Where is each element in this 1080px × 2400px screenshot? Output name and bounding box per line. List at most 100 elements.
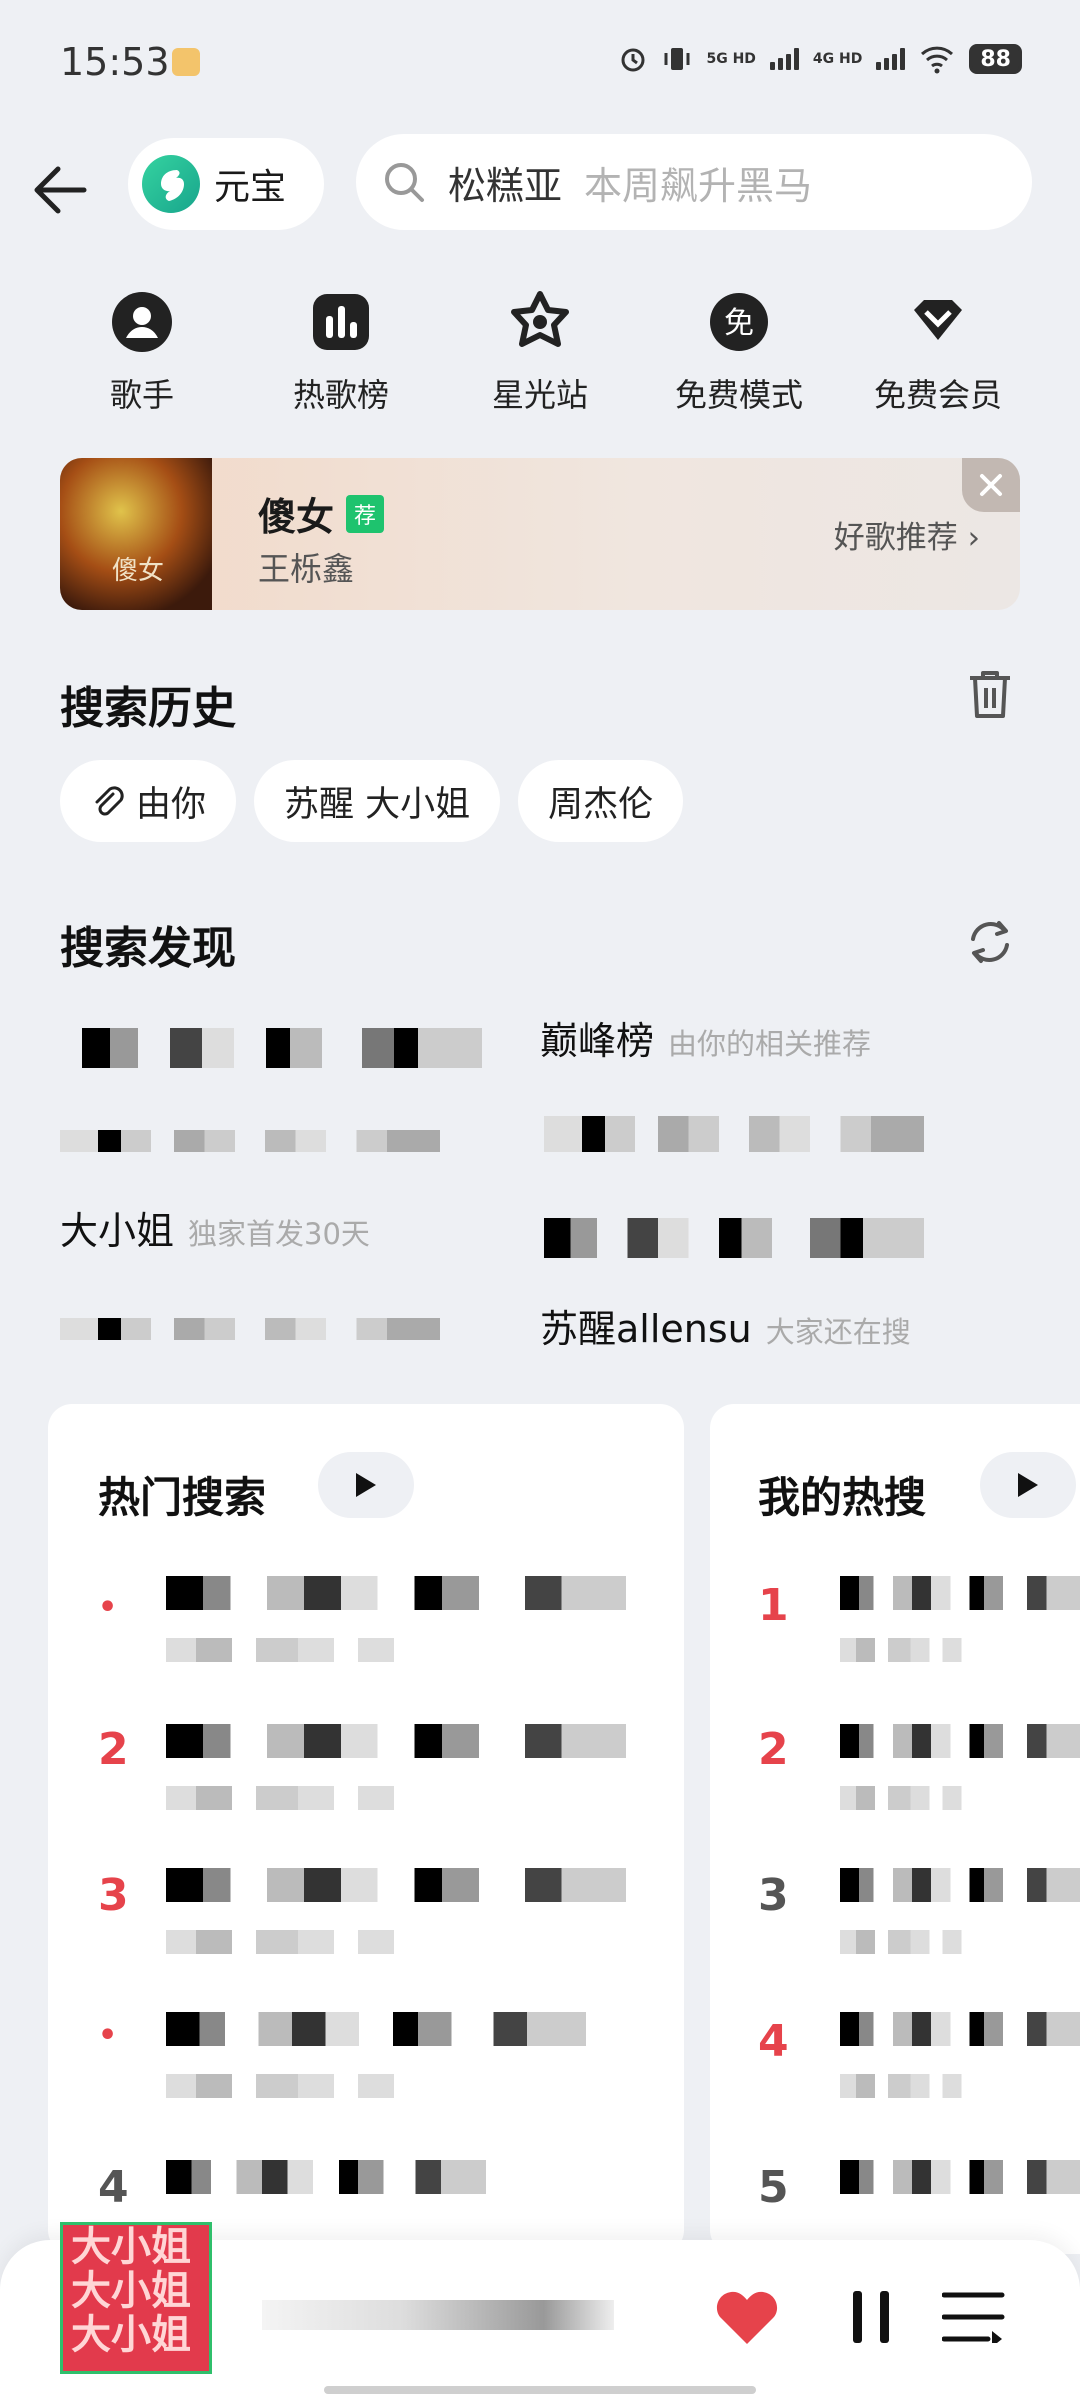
my-hot-title: 我的热搜 xyxy=(758,1473,927,1522)
star-icon xyxy=(508,290,572,354)
yuanbao-button[interactable]: 元宝 xyxy=(128,138,324,230)
discover-item-sub: 独家首发30天 xyxy=(188,1217,370,1251)
category-label: 免费会员 xyxy=(873,376,1002,414)
table-row[interactable] xyxy=(166,2012,586,2046)
back-button[interactable] xyxy=(22,152,98,228)
table-row[interactable] xyxy=(840,1868,1080,1902)
battery-icon: 88 xyxy=(969,44,1022,74)
refresh-discover-button[interactable] xyxy=(960,912,1020,972)
discover-item-label: 大小姐 xyxy=(60,1209,175,1253)
category-label: 免费模式 xyxy=(674,376,803,414)
blurred-item[interactable] xyxy=(60,1130,440,1152)
category-label: 热歌榜 xyxy=(292,376,389,414)
discover-item-sub: 大家还在搜 xyxy=(765,1315,911,1349)
table-row[interactable] xyxy=(166,1868,626,1902)
table-row[interactable] xyxy=(840,2012,1080,2046)
discover-item-label: 苏醒allensu xyxy=(540,1307,752,1351)
history-chip-label: 周杰伦 xyxy=(548,784,654,825)
player-cover-text: 大小姐 xyxy=(71,2223,191,2270)
player-cover-text: 大小姐 xyxy=(71,2311,191,2358)
play-icon xyxy=(1018,1473,1038,1497)
category-free-vip[interactable]: 免费会员 xyxy=(856,290,1020,416)
player-cover-text: 大小姐 xyxy=(71,2267,191,2314)
mini-player[interactable]: 大小姐 大小姐 大小姐 xyxy=(0,2222,1080,2400)
play-hot-search-button[interactable] xyxy=(318,1452,414,1518)
close-banner-button[interactable] xyxy=(962,458,1020,512)
table-row[interactable] xyxy=(840,1576,1080,1610)
signal-5g-label: 5G HD xyxy=(706,51,756,67)
my-hot-search-card: 我的热搜 1 2 3 4 5 xyxy=(710,1404,1080,2254)
category-free-mode[interactable]: 免 免费模式 xyxy=(657,290,821,416)
discover-item[interactable]: 苏醒allensu 大家还在搜 xyxy=(540,1298,911,1353)
rank-marker: • xyxy=(98,2018,118,2053)
trash-icon xyxy=(970,671,1010,718)
album-cover: 傻女 xyxy=(60,458,212,610)
search-query-text: 松糕亚 xyxy=(448,163,563,208)
discover-list: 巅峰榜 由你的相关推荐 大小姐 独家首发30天 苏醒allensu 大家还在搜 xyxy=(60,1000,1020,1380)
hot-search-card: 热门搜索 • 2 3 • 4 xyxy=(48,1404,684,2254)
category-singer[interactable]: 歌手 xyxy=(60,290,224,416)
chevron-right-icon: › xyxy=(967,520,980,556)
song-recommend-banner[interactable]: 傻女 傻女 荐 王栎鑫 好歌推荐 › xyxy=(60,458,1020,610)
playlist-button[interactable] xyxy=(934,2282,1014,2352)
history-chip[interactable]: 周杰伦 xyxy=(518,760,684,842)
album-cover-text: 傻女 xyxy=(112,556,165,586)
rank-number: 5 xyxy=(758,2162,789,2213)
history-chips: 由你 苏醒 大小姐 周杰伦 xyxy=(60,760,684,842)
singer-icon xyxy=(110,290,174,354)
status-bar: 15:53 5G HD 4G HD 88 xyxy=(0,0,1080,130)
history-chip-label: 由你 xyxy=(136,784,207,825)
category-hot-chart[interactable]: 热歌榜 xyxy=(259,290,423,416)
search-input[interactable]: 松糕亚 本周飙升黑马 xyxy=(356,134,1032,230)
pause-button[interactable] xyxy=(836,2282,906,2352)
history-chip[interactable]: 苏醒 大小姐 xyxy=(254,760,501,842)
diamond-icon xyxy=(906,290,970,354)
clear-history-button[interactable] xyxy=(960,664,1020,724)
like-button[interactable] xyxy=(712,2282,782,2352)
discover-item[interactable]: 大小姐 独家首发30天 xyxy=(60,1200,370,1255)
rank-number: 4 xyxy=(758,2016,789,2067)
table-row-sub xyxy=(840,1638,1000,1662)
notification-icon xyxy=(172,48,200,76)
discover-item[interactable]: 巅峰榜 由你的相关推荐 xyxy=(540,1010,871,1065)
player-track-title xyxy=(262,2300,614,2330)
alarm-icon xyxy=(621,48,645,72)
play-my-hot-button[interactable] xyxy=(980,1452,1076,1518)
table-row[interactable] xyxy=(166,1724,626,1758)
signal-bars-icon xyxy=(876,48,906,70)
yuanbao-logo-icon xyxy=(142,155,200,213)
rank-number: 4 xyxy=(98,2162,129,2213)
song-title: 傻女 xyxy=(258,495,335,539)
rank-number: 1 xyxy=(758,1580,789,1631)
table-row[interactable] xyxy=(166,2160,486,2194)
table-row[interactable] xyxy=(840,2160,1080,2194)
blurred-item[interactable] xyxy=(82,1028,482,1068)
blurred-item[interactable] xyxy=(544,1218,924,1258)
recommend-link[interactable]: 好歌推荐 › xyxy=(834,512,980,557)
home-indicator[interactable] xyxy=(324,2386,756,2394)
heart-icon xyxy=(716,2291,778,2344)
table-row[interactable] xyxy=(166,1576,626,1610)
rank-number: 2 xyxy=(758,1724,789,1775)
signal-bars-icon xyxy=(769,48,799,70)
category-label: 星光站 xyxy=(491,376,588,414)
table-row-sub xyxy=(166,1930,466,1954)
close-icon xyxy=(980,474,1002,496)
yuanbao-label: 元宝 xyxy=(214,167,287,208)
paperclip-icon xyxy=(95,786,124,816)
status-time: 15:53 xyxy=(60,40,170,84)
category-star-station[interactable]: 星光站 xyxy=(458,290,622,416)
vibrate-icon xyxy=(664,48,690,70)
table-row[interactable] xyxy=(840,1724,1080,1758)
table-row-sub xyxy=(840,1930,1000,1954)
blurred-item[interactable] xyxy=(544,1116,924,1152)
blurred-item[interactable] xyxy=(60,1318,440,1340)
table-row-sub xyxy=(840,1786,1000,1810)
recommend-link-label: 好歌推荐 xyxy=(833,520,958,556)
artist-name: 王栎鑫 xyxy=(258,550,355,588)
history-chip[interactable]: 由你 xyxy=(60,760,237,842)
player-album-cover[interactable]: 大小姐 大小姐 大小姐 xyxy=(60,2222,212,2374)
recommend-badge: 荐 xyxy=(346,494,385,533)
refresh-icon xyxy=(971,921,1009,963)
search-hint-text: 本周飙升黑马 xyxy=(584,163,813,208)
